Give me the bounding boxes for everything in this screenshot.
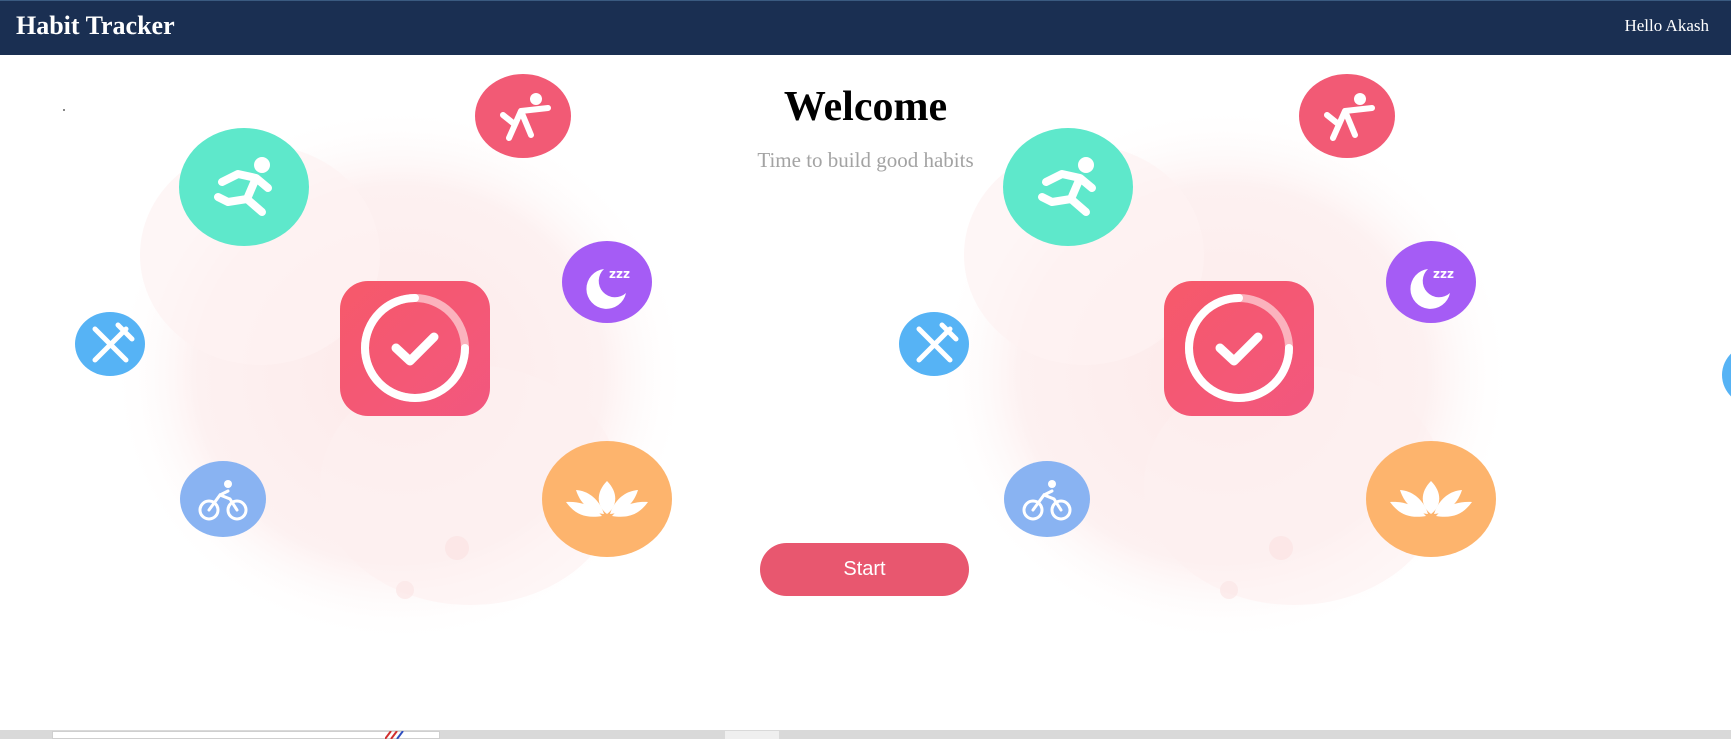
cycling-icon xyxy=(180,461,266,537)
flag-icon xyxy=(385,731,404,739)
habit-check-icon xyxy=(1164,281,1314,416)
eating-icon-edge xyxy=(1722,343,1731,407)
main-content: zzz zzz Welcome Time to build good habit… xyxy=(0,55,1731,730)
sleep-icon: zzz xyxy=(1386,241,1476,323)
top-navbar: Habit Tracker Hello Akash xyxy=(0,0,1731,55)
eating-icon xyxy=(75,312,145,376)
bottom-panel-tab xyxy=(52,731,440,739)
user-greeting: Hello Akash xyxy=(1624,16,1709,35)
svg-text:zzz: zzz xyxy=(1433,267,1454,281)
meditation-icon xyxy=(1366,441,1496,557)
eating-icon xyxy=(899,312,969,376)
cycling-icon xyxy=(1004,461,1090,537)
start-button[interactable]: Start xyxy=(760,543,969,596)
meditation-icon xyxy=(542,441,672,557)
welcome-subtitle: Time to build good habits xyxy=(757,148,974,172)
scrollbar-thumb[interactable] xyxy=(725,731,779,739)
welcome-title: Welcome xyxy=(783,84,948,130)
svg-text:zzz: zzz xyxy=(609,267,630,281)
sleep-icon: zzz xyxy=(562,241,652,323)
habit-check-icon xyxy=(340,281,490,416)
running-icon xyxy=(179,128,309,246)
running-icon xyxy=(1003,128,1133,246)
app-brand[interactable]: Habit Tracker xyxy=(16,11,175,41)
